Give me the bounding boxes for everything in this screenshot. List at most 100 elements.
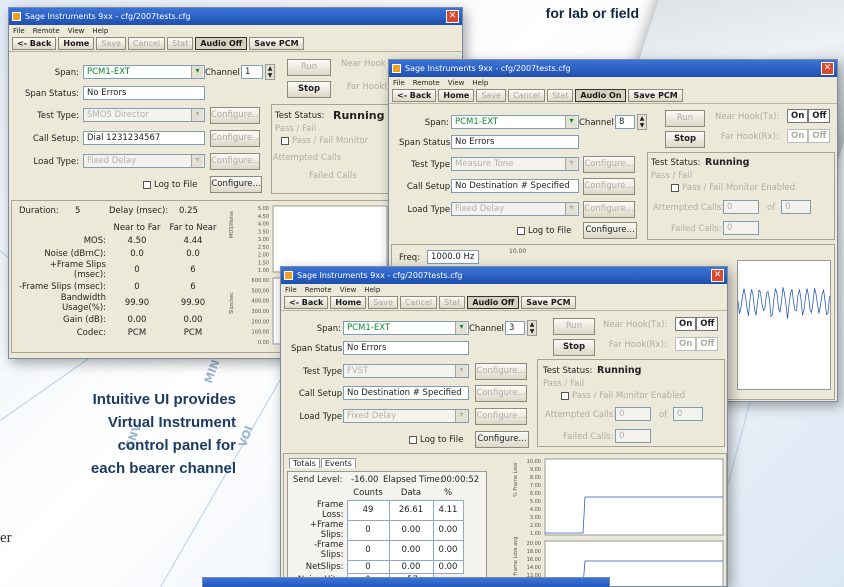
menu-file[interactable]: File (285, 286, 297, 294)
channel-label: Channel (469, 324, 504, 334)
far-hook-on[interactable]: On (675, 337, 697, 351)
w1-mos-plot (272, 205, 388, 273)
configure-log-button[interactable]: Configure... (475, 431, 529, 448)
stop-button[interactable]: Stop (287, 81, 331, 98)
span-select[interactable]: PCM1-EXT (343, 321, 469, 335)
save-button[interactable]: Save (96, 37, 126, 50)
metric-far: PCM (183, 327, 203, 338)
near-hook-on[interactable]: On (787, 109, 809, 123)
duration-label: Duration: (19, 206, 59, 216)
configure-test-button[interactable]: Configure... (475, 363, 527, 380)
log-to-file-checkbox[interactable]: Log to File (143, 180, 197, 190)
freq-field: 1000.0 Hz (427, 250, 479, 264)
menu-remote[interactable]: Remote (413, 79, 440, 87)
run-button[interactable]: Run (287, 59, 331, 76)
span-status-field: No Errors (83, 86, 205, 100)
menu-file[interactable]: File (13, 27, 25, 35)
w1-axis1-tick-label: 4.00 (258, 222, 269, 228)
load-type-select[interactable]: Fixed Delay (451, 202, 579, 216)
log-to-file-checkbox[interactable]: Log to File (409, 435, 463, 445)
toolbar: <- Back Home Save Cancel Stat Audio Off … (9, 36, 462, 52)
pass-fail-monitor-checkbox[interactable]: Pass / Fail Monitor (281, 136, 368, 146)
test-type-select[interactable]: Measure Tone (451, 157, 579, 171)
run-button[interactable]: Run (553, 318, 595, 335)
configure-call-button[interactable]: Configure... (475, 385, 527, 402)
configure-log-button[interactable]: Configure... (583, 222, 637, 239)
channel-field[interactable]: 8 (615, 115, 635, 129)
home-button[interactable]: Home (58, 37, 95, 50)
load-type-select[interactable]: Fixed Delay (343, 409, 469, 423)
near-hook-off[interactable]: Off (808, 109, 831, 123)
test-type-select[interactable]: SMOS Director (83, 108, 205, 122)
stat-button[interactable]: Stat (439, 296, 466, 309)
menu-help[interactable]: Help (92, 27, 108, 35)
configure-load-button[interactable]: Configure... (583, 201, 635, 218)
home-button[interactable]: Home (438, 89, 475, 102)
stop-button[interactable]: Stop (665, 131, 705, 148)
configure-test-button[interactable]: Configure... (210, 107, 260, 124)
near-hook-toggle[interactable]: On Off (675, 317, 719, 331)
channel-field[interactable]: 3 (505, 321, 525, 335)
back-button[interactable]: <- Back (392, 89, 437, 102)
configure-call-button[interactable]: Configure... (210, 130, 260, 147)
save-button[interactable]: Save (368, 296, 398, 309)
tab-events[interactable]: Events (320, 458, 356, 468)
configure-load-button[interactable]: Configure... (475, 408, 527, 425)
save-pcm-button[interactable]: Save PCM (628, 89, 683, 102)
audio-toggle-button[interactable]: Audio Off (195, 37, 248, 50)
menu-view[interactable]: View (68, 27, 85, 35)
save-pcm-button[interactable]: Save PCM (521, 296, 576, 309)
channel-spinner[interactable]: ▲ ▼ (637, 114, 647, 130)
span-select[interactable]: PCM1-EXT (451, 115, 579, 129)
configure-call-button[interactable]: Configure... (583, 178, 635, 195)
load-type-select[interactable]: Fixed Delay (83, 154, 205, 168)
close-icon[interactable]: ✕ (821, 62, 834, 75)
of-label: of (659, 410, 668, 420)
run-button[interactable]: Run (665, 110, 705, 127)
menu-help[interactable]: Help (364, 286, 380, 294)
home-button[interactable]: Home (330, 296, 367, 309)
log-to-file-checkbox[interactable]: Log to File (517, 226, 571, 236)
far-hook-off[interactable]: Off (808, 129, 831, 143)
test-type-select[interactable]: FVST (343, 364, 469, 378)
tab-totals[interactable]: Totals (289, 458, 320, 468)
far-hook-on[interactable]: On (787, 129, 809, 143)
configure-load-button[interactable]: Configure... (210, 153, 260, 170)
close-icon[interactable]: ✕ (446, 10, 459, 23)
back-button[interactable]: <- Back (12, 37, 57, 50)
span-select[interactable]: PCM1-EXT (83, 65, 205, 79)
audio-toggle-button[interactable]: Audio On (575, 89, 627, 102)
close-icon[interactable]: ✕ (711, 269, 724, 282)
near-hook-off[interactable]: Off (696, 317, 719, 331)
menu-remote[interactable]: Remote (33, 27, 60, 35)
channel-spinner[interactable]: ▲ ▼ (265, 64, 275, 80)
menu-remote[interactable]: Remote (305, 286, 332, 294)
configure-log-button[interactable]: Configure... (210, 176, 262, 193)
stop-button[interactable]: Stop (553, 339, 595, 356)
channel-spinner[interactable]: ▲ ▼ (527, 320, 537, 336)
menu-view[interactable]: View (448, 79, 465, 87)
back-button[interactable]: <- Back (284, 296, 329, 309)
near-hook-toggle[interactable]: On Off (787, 109, 831, 123)
menu-help[interactable]: Help (472, 79, 488, 87)
save-button[interactable]: Save (476, 89, 506, 102)
far-hook-toggle[interactable]: On Off (675, 337, 719, 351)
far-hook-off[interactable]: Off (696, 337, 719, 351)
w3-axis2-tick-label: 20.00 (527, 541, 541, 547)
save-pcm-button[interactable]: Save PCM (249, 37, 304, 50)
near-hook-on[interactable]: On (675, 317, 697, 331)
cancel-button[interactable]: Cancel (127, 37, 166, 50)
far-hook-toggle[interactable]: On Off (787, 129, 831, 143)
cancel-button[interactable]: Cancel (399, 296, 438, 309)
audio-toggle-button[interactable]: Audio Off (467, 296, 520, 309)
cancel-button[interactable]: Cancel (507, 89, 546, 102)
channel-field[interactable]: 1 (241, 65, 263, 79)
pass-fail-monitor-checkbox[interactable]: Pass / Fail Monitor Enabled (561, 391, 685, 401)
w3-axis1-ticks: 10.00 9.00 8.00 7.00 6.00 5.00 4.00 3.00 2.00 1.0… (527, 459, 541, 537)
stat-button[interactable]: Stat (547, 89, 574, 102)
pass-fail-monitor-checkbox[interactable]: Pass / Fail Monitor Enabled (671, 183, 795, 193)
menu-view[interactable]: View (340, 286, 357, 294)
configure-test-button[interactable]: Configure... (583, 156, 635, 173)
stat-button[interactable]: Stat (167, 37, 194, 50)
menu-file[interactable]: File (393, 79, 405, 87)
